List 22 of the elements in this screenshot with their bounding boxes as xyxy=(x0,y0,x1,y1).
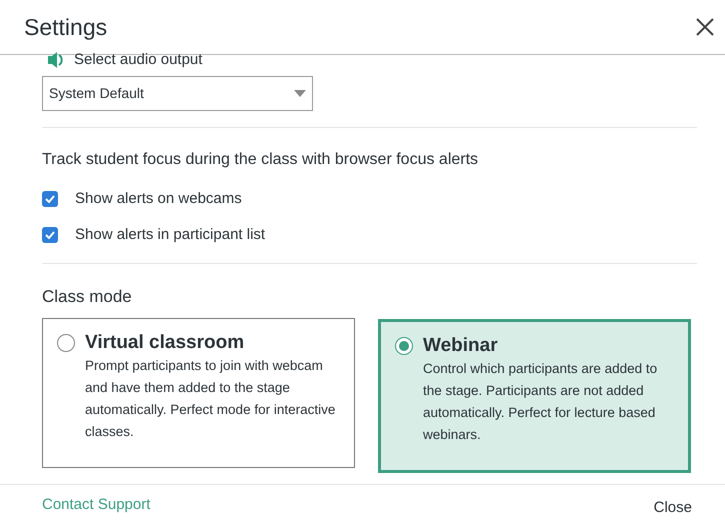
audio-output-dropdown[interactable]: System Default xyxy=(42,76,313,111)
class-mode-card[interactable]: Webinar Control which participants are added to the stage. Participants are not added automatically. Perfect for lecture based webinars. xyxy=(378,318,691,472)
checkmark-icon xyxy=(45,231,55,239)
option-title: Webinar xyxy=(423,334,499,358)
radio-button[interactable] xyxy=(395,336,413,354)
class-mode-heading: Class mode xyxy=(42,286,133,308)
option-description: Control which participants are added to the stage. Participants are not added automatically. Perfect for lecture based webinars. xyxy=(423,360,658,444)
window-title: Settings xyxy=(24,12,108,42)
option-description: Prompt participants to join with webcam and have them added to the stage automatically. Perfect mode for interactive classes. xyxy=(85,356,336,440)
checkbox[interactable] xyxy=(42,191,58,207)
radio-button[interactable] xyxy=(57,334,75,352)
class-mode-card[interactable]: Virtual classroom Prompt participants to join with webcam and have them added to the stage automatically. Perfect mode for interactive classes. xyxy=(42,318,355,468)
checkmark-icon xyxy=(45,195,55,203)
checkbox-label: Show alerts in participant list xyxy=(75,224,266,245)
audio-output-label: Select audio output xyxy=(74,50,202,70)
focus-alerts-heading: Track student focus during the class with browser focus alerts xyxy=(42,150,480,170)
checkbox-label: Show alerts on webcams xyxy=(75,188,242,209)
checkbox[interactable] xyxy=(42,227,58,243)
close-button[interactable]: Close xyxy=(654,497,692,520)
caret-icon xyxy=(294,90,306,97)
close-icon[interactable] xyxy=(695,17,715,37)
option-title: Virtual classroom xyxy=(85,330,246,354)
